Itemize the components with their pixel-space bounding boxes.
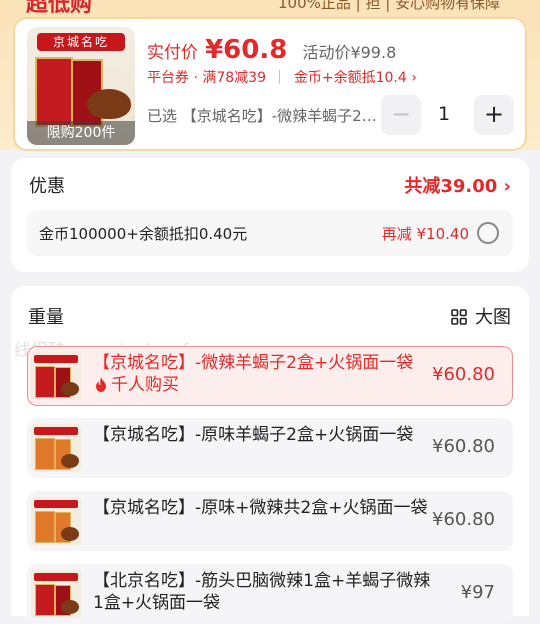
coin-extra-saving: 再减 ¥10.40 <box>381 225 469 243</box>
weight-title: 重量 <box>28 307 64 328</box>
thumb-banner <box>34 500 78 508</box>
thumb-banner <box>34 427 78 435</box>
quantity-increase-button[interactable]: + <box>474 95 514 135</box>
purchase-limit-badge: 限购200件 <box>27 121 135 145</box>
variant-name: 【北京名吃】-筋头巴脑微辣1盒+羊蝎子微辣1盒+火锅面一袋 <box>93 571 431 613</box>
divider <box>279 70 281 84</box>
discount-total-link[interactable]: 共减39.00 › <box>404 172 511 198</box>
final-price-label: 实付价 <box>147 43 198 63</box>
product-thumbnail[interactable]: 京城名吃 限购200件 <box>27 27 135 145</box>
brand-title: 超低购 <box>26 0 93 14</box>
tagline: 100%正品 | 担 | 安心购物有保障 <box>278 0 501 12</box>
promo-row[interactable]: 平台券 · 满78减39 金币+余额抵10.4 › <box>147 67 417 87</box>
variant-name: 【京城名吃】-原味羊蝎子2盒+火锅面一袋 <box>93 425 414 445</box>
variant-option[interactable]: 【北京名吃】-筋头巴脑微辣1盒+羊蝎子微辣1盒+火锅面一袋 ¥97 <box>27 564 513 624</box>
variant-price: ¥97 <box>460 582 495 603</box>
variant-price: ¥60.80 <box>432 364 495 385</box>
discount-title: 优惠 <box>29 176 65 197</box>
platform-coupon: 平台券 · 满78减39 <box>147 70 266 86</box>
thumb-brand-banner: 京城名吃 <box>37 33 125 51</box>
radio-unchecked-icon[interactable] <box>477 222 499 244</box>
food-bowl <box>61 527 79 541</box>
fire-icon <box>96 377 106 392</box>
popularity-badge: 千人购买 <box>111 375 179 395</box>
thumb-banner <box>34 355 78 363</box>
activity-price: 活动价¥99.8 <box>302 43 397 62</box>
variant-price: ¥60.80 <box>432 509 495 530</box>
variant-name-text: 【京城名吃】-微辣羊蝎子2盒+火锅面一袋 <box>93 353 414 373</box>
variant-option[interactable]: 【京城名吃】-原味+微辣共2盒+火锅面一袋 ¥60.80 <box>27 491 513 551</box>
grid-icon <box>451 309 467 325</box>
variant-option[interactable]: 【京城名吃】-微辣羊蝎子2盒+火锅面一袋 千人购买 ¥60.80 <box>27 346 513 406</box>
package-box <box>35 584 55 616</box>
variant-price: ¥60.80 <box>432 436 495 457</box>
package-box <box>35 511 55 543</box>
quantity-decrease-button[interactable]: − <box>381 95 421 135</box>
coin-balance-text: 金币100000+余额抵扣0.40元 <box>39 225 248 243</box>
large-view-toggle[interactable]: 大图 <box>451 303 511 329</box>
discount-card: 优惠 共减39.00 › 金币100000+余额抵扣0.40元 再减 ¥10.4… <box>11 158 529 272</box>
product-card: 京城名吃 限购200件 实付价 ¥60.8 活动价¥99.8 平台券 · 满78… <box>13 17 527 151</box>
coin-deduction: 金币+余额抵10.4 › <box>293 70 417 86</box>
variant-thumbnail <box>31 424 81 472</box>
top-strip: 超低购 100%正品 | 担 | 安心购物有保障 <box>0 0 540 14</box>
weight-selector: 重量 大图 线报酷 new.xianbao.fun 【京城名吃】-微辣羊蝎子2盒… <box>11 286 529 624</box>
large-view-label: 大图 <box>475 307 511 328</box>
package-box <box>35 366 55 398</box>
variant-thumbnail <box>31 497 81 545</box>
variant-name: 【京城名吃】-微辣羊蝎子2盒+火锅面一袋 千人购买 <box>93 352 433 396</box>
variant-thumbnail <box>31 352 81 400</box>
final-price: ¥60.8 <box>205 35 288 65</box>
variant-option[interactable]: 【京城名吃】-原味羊蝎子2盒+火锅面一袋 ¥60.80 <box>27 418 513 478</box>
food-bowl <box>61 382 79 396</box>
variant-thumbnail <box>31 570 81 618</box>
package-box <box>35 438 55 470</box>
selected-variant-text: 已选 【京城名吃】-微辣羊蝎子2盒+火锅面一袋 <box>147 107 377 125</box>
variant-name: 【京城名吃】-原味+微辣共2盒+火锅面一袋 <box>93 498 428 518</box>
quantity-value[interactable]: 1 <box>433 103 455 125</box>
coin-balance-option[interactable]: 金币100000+余额抵扣0.40元 再减 ¥10.40 <box>27 210 513 256</box>
package-box <box>35 57 73 127</box>
food-bowl <box>87 89 131 119</box>
thumb-banner <box>34 573 78 581</box>
food-bowl <box>61 454 79 468</box>
price-row: 实付价 ¥60.8 活动价¥99.8 <box>147 35 396 65</box>
